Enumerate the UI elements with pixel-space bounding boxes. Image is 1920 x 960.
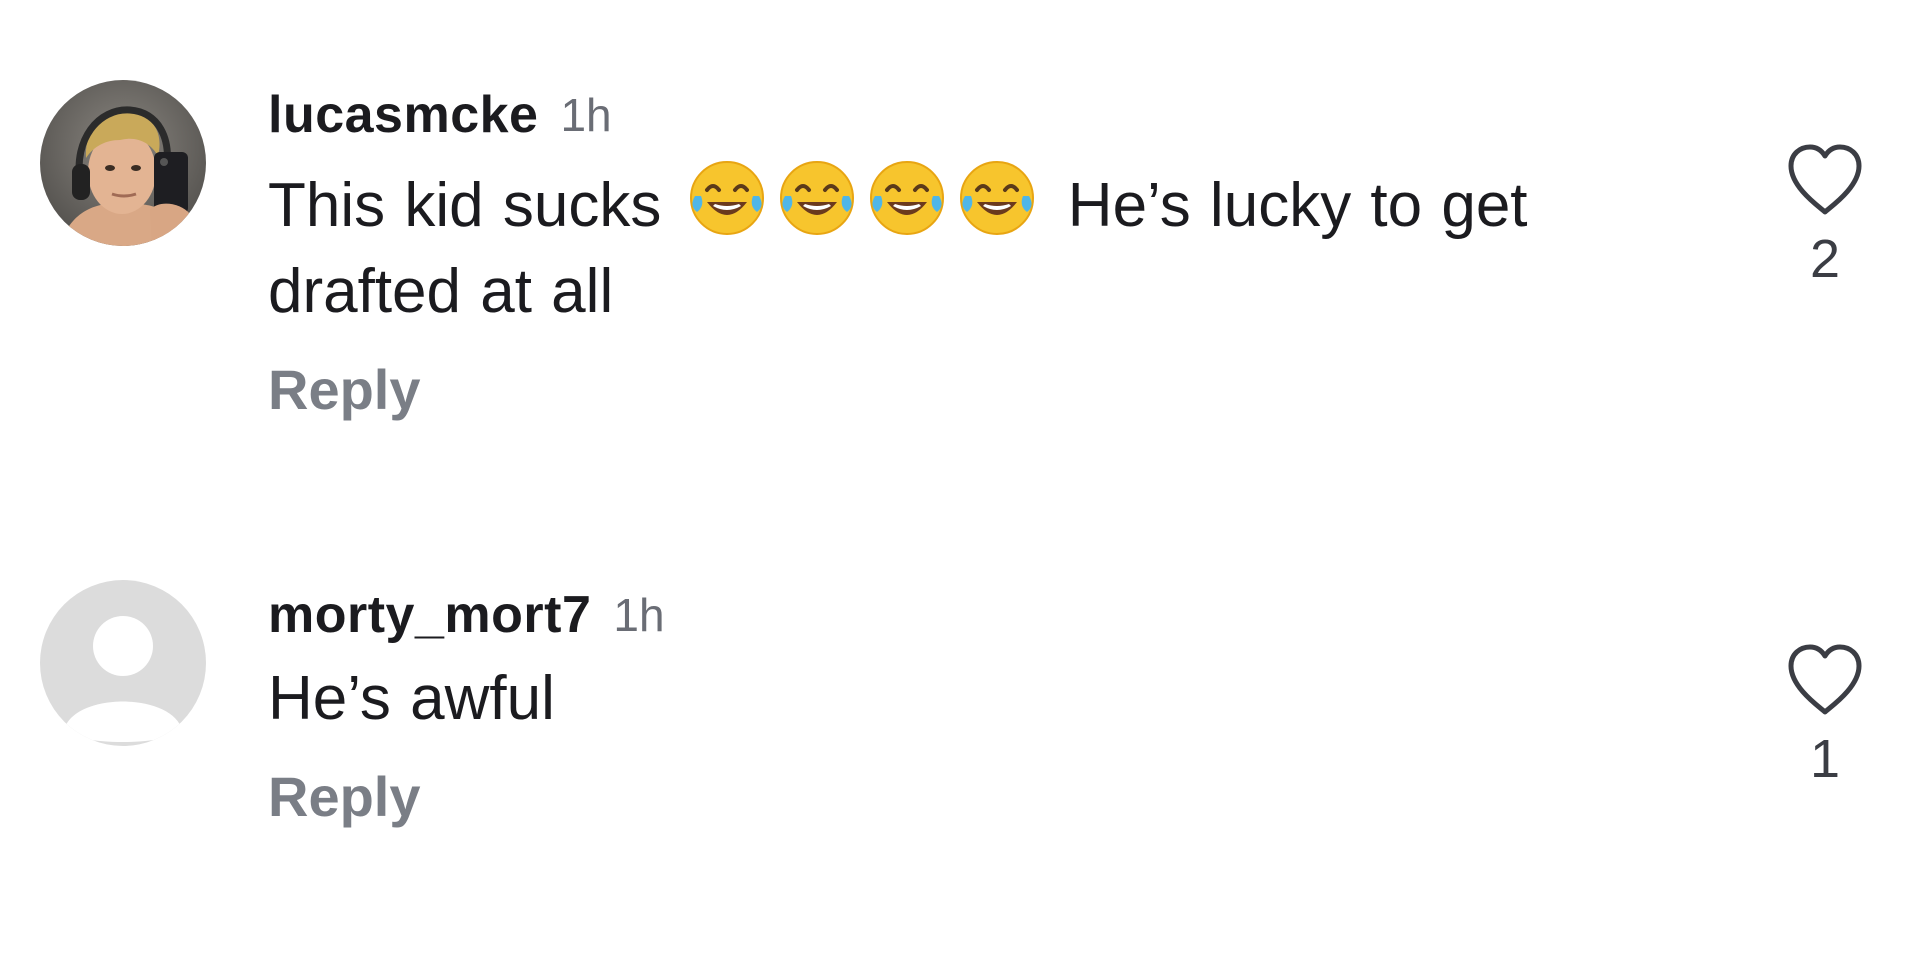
heart-outline-icon[interactable]	[1785, 142, 1865, 218]
face-with-tears-of-joy-icon	[775, 156, 859, 240]
timestamp: 1h	[560, 89, 612, 141]
timestamp: 1h	[613, 589, 665, 641]
default-avatar-icon	[40, 580, 206, 746]
like-control: 1	[1780, 642, 1870, 790]
comment-item: morty_mort7 1h He’s awful Reply 1	[0, 580, 1920, 920]
comment-text: He’s awful	[268, 664, 555, 733]
comment-meta: lucasmcke 1h	[268, 80, 1618, 150]
face-with-tears-of-joy-icon	[865, 156, 949, 240]
username[interactable]: lucasmcke	[268, 85, 538, 145]
avatar[interactable]	[40, 80, 206, 246]
like-count: 1	[1809, 729, 1841, 789]
username[interactable]: morty_mort7	[268, 585, 591, 645]
comment-list: lucasmcke 1h This kid sucks He’s lucky t…	[0, 0, 1920, 960]
comment-body: morty_mort7 1h He’s awful Reply	[268, 580, 1618, 829]
emoji-group	[685, 156, 1045, 240]
face-with-tears-of-joy-icon	[685, 156, 769, 240]
reply-button[interactable]: Reply	[268, 764, 421, 829]
like-control: 2	[1780, 142, 1870, 290]
comment-body: lucasmcke 1h This kid sucks He’s lucky t…	[268, 80, 1618, 422]
profile-photo	[40, 80, 206, 246]
comment-text-before: This kid sucks	[268, 171, 662, 240]
reply-button[interactable]: Reply	[268, 357, 421, 422]
avatar[interactable]	[40, 580, 206, 746]
heart-outline-icon[interactable]	[1785, 642, 1865, 718]
comment-text: This kid sucks He’s lucky to get drafted…	[268, 156, 1618, 335]
comment-item: lucasmcke 1h This kid sucks He’s lucky t…	[0, 80, 1920, 460]
comment-meta: morty_mort7 1h	[268, 580, 1618, 650]
like-count: 2	[1809, 229, 1841, 289]
face-with-tears-of-joy-icon	[955, 156, 1039, 240]
